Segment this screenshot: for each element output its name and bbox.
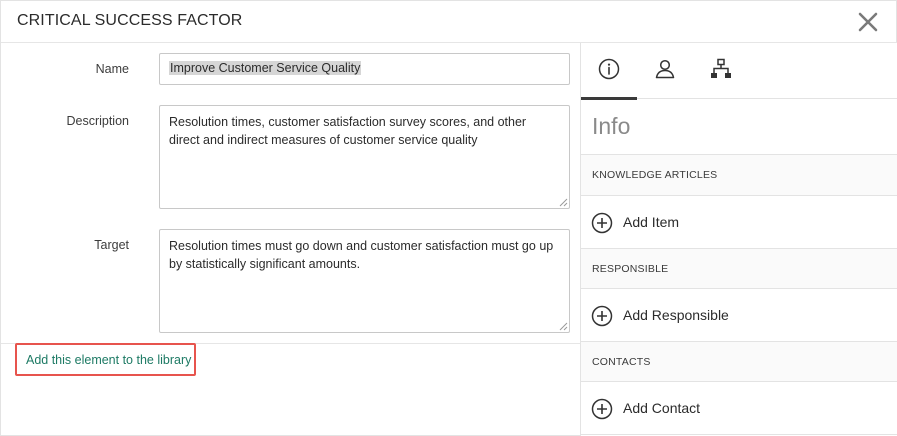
add-to-library-link[interactable]: Add this element to the library — [15, 343, 196, 376]
info-title: Info — [592, 113, 631, 139]
contacts-header: CONTACTS — [581, 342, 897, 382]
name-label: Name — [95, 62, 129, 76]
add-contact-button[interactable]: Add Contact — [581, 382, 897, 434]
description-field[interactable]: Resolution times, customer satisfaction … — [159, 105, 570, 209]
tab-info[interactable] — [581, 43, 637, 100]
description-label: Description — [66, 114, 129, 128]
critical-success-factor-dialog: CRITICAL SUCCESS FACTOR Name Improve Cus… — [0, 0, 897, 436]
name-field[interactable]: Improve Customer Service Quality — [159, 53, 570, 85]
name-field-value: Improve Customer Service Quality — [169, 61, 362, 75]
tab-responsible[interactable] — [637, 43, 693, 99]
knowledge-articles-header: KNOWLEDGE ARTICLES — [581, 155, 897, 195]
add-contact-label: Add Contact — [623, 400, 701, 416]
description-field-value: Resolution times, customer satisfaction … — [169, 115, 527, 147]
close-icon — [858, 12, 878, 32]
side-panel-tabs — [581, 43, 897, 100]
dialog-header: CRITICAL SUCCESS FACTOR — [1, 1, 897, 43]
tab-hierarchy[interactable] — [693, 43, 749, 99]
add-item-button[interactable]: Add Item — [581, 196, 897, 248]
plus-circle-icon — [591, 212, 613, 234]
info-icon — [598, 58, 620, 80]
plus-circle-icon — [591, 398, 613, 420]
dialog-title: CRITICAL SUCCESS FACTOR — [17, 12, 243, 29]
add-item-label: Add Item — [623, 214, 680, 230]
section-divider — [581, 434, 897, 435]
target-label: Target — [94, 238, 129, 252]
responsible-header: RESPONSIBLE — [581, 249, 897, 289]
resize-grip-icon[interactable] — [559, 322, 568, 331]
form-panel: Name Improve Customer Service Quality De… — [1, 43, 580, 436]
hierarchy-icon — [711, 58, 731, 78]
side-panel: Info KNOWLEDGE ARTICLES Add Item RESPONS… — [581, 43, 897, 436]
add-responsible-label: Add Responsible — [623, 307, 729, 323]
add-responsible-button[interactable]: Add Responsible — [581, 289, 897, 341]
close-button[interactable] — [855, 9, 881, 35]
target-field[interactable]: Resolution times must go down and custom… — [159, 229, 570, 333]
plus-circle-icon — [591, 305, 613, 327]
target-field-value: Resolution times must go down and custom… — [169, 239, 554, 271]
resize-grip-icon[interactable] — [559, 198, 568, 207]
person-icon — [655, 59, 675, 79]
